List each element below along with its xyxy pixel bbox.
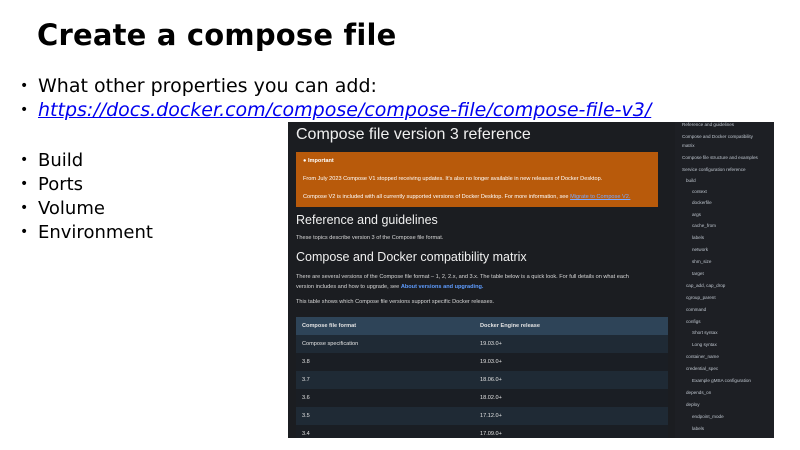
toc-item[interactable]: Compose and Docker compatibility [682, 134, 753, 139]
table-row: 3.5 17.12.0+ [296, 407, 668, 425]
slide-title: Create a compose file [37, 18, 397, 52]
docs-screenshot: Compose file version 3 reference ● Impor… [288, 122, 774, 438]
toc-item[interactable]: args [692, 212, 701, 217]
toc-item[interactable]: cgroup_parent [686, 295, 716, 300]
toc-item[interactable]: context [692, 189, 707, 194]
toc-item[interactable]: Short syntax [692, 330, 718, 335]
table-row: 3.8 19.03.0+ [296, 353, 668, 371]
versions-link[interactable]: About versions and upgrading. [401, 284, 484, 290]
info-icon: ● [303, 158, 307, 164]
intro-bullet-text: What other properties you can add: [38, 75, 377, 97]
bullet-dot: • [20, 152, 29, 168]
property-bullet: • Environment [20, 220, 153, 244]
toc-item[interactable]: shm_size [692, 259, 711, 264]
table-cell: 19.03.0+ [480, 341, 502, 347]
docs-main-content: Compose file version 3 reference ● Impor… [288, 122, 675, 438]
toc-item[interactable]: cap_add, cap_drop [686, 283, 725, 288]
compose-docs-link[interactable]: https://docs.docker.com/compose/compose-… [38, 99, 651, 121]
table-row: 3.7 18.06.0+ [296, 371, 668, 389]
table-row: 3.4 17.09.0+ [296, 425, 668, 438]
table-cell: 3.5 [302, 413, 310, 419]
toc-item[interactable]: build [686, 178, 696, 183]
toc-item[interactable]: command [686, 307, 706, 312]
table-header-cell: Compose file format [302, 323, 357, 329]
intro-bullet: • What other properties you can add: [20, 74, 651, 98]
important-callout: ● Important From July 2023 Compose V1 st… [296, 152, 658, 207]
toc-item[interactable]: labels [692, 235, 704, 240]
compat-text-1: There are several versions of the Compos… [296, 274, 629, 280]
important-line-2: Compose V2 is included with all currentl… [303, 194, 630, 200]
toc-item[interactable]: labels [692, 426, 704, 431]
compat-text-2-text: version includes and how to upgrade, see [296, 284, 400, 290]
table-cell: 3.4 [302, 431, 310, 437]
toc-item[interactable]: dockerfile [692, 200, 712, 205]
table-cell: 17.12.0+ [480, 413, 502, 419]
toc-item[interactable]: Compose file structure and examples [682, 155, 758, 160]
property-bullet-list: • Build • Ports • Volume • Environment [20, 148, 153, 244]
table-cell: 18.06.0+ [480, 377, 502, 383]
migrate-link[interactable]: Migrate to Compose V2. [570, 194, 630, 200]
table-cell: 3.8 [302, 359, 310, 365]
important-line-2-text: Compose V2 is included with all currentl… [303, 194, 569, 200]
toc-item[interactable]: Reference and guidelines [682, 122, 734, 127]
important-line-1: From July 2023 Compose V1 stopped receiv… [303, 176, 603, 182]
version-table: Compose file format Docker Engine releas… [296, 317, 668, 438]
toc-item[interactable]: configs [686, 319, 701, 324]
table-row: 3.6 18.02.0+ [296, 389, 668, 407]
docs-toc-sidebar: Reference and guidelines Compose and Doc… [680, 122, 774, 438]
important-title: Important [307, 158, 334, 164]
toc-item[interactable]: Service configuration reference [682, 167, 746, 172]
intro-bullet: • https://docs.docker.com/compose/compos… [20, 98, 651, 122]
toc-item[interactable]: depends_on [686, 390, 711, 395]
toc-item[interactable]: matrix [682, 143, 695, 148]
property-bullet: • Volume [20, 196, 153, 220]
table-header: Compose file format Docker Engine releas… [296, 317, 668, 335]
table-cell: 19.03.0+ [480, 359, 502, 365]
property-volume: Volume [38, 197, 105, 219]
table-header-cell: Docker Engine release [480, 323, 541, 329]
table-cell: 3.7 [302, 377, 310, 383]
important-title-row: ● Important [303, 158, 334, 164]
toc-item[interactable]: container_name [686, 354, 719, 359]
bullet-dot: • [20, 224, 29, 240]
toc-item[interactable]: network [692, 247, 708, 252]
bullet-dot: • [20, 176, 29, 192]
table-body: Compose specification 19.03.0+ 3.8 19.03… [296, 335, 668, 438]
property-environment: Environment [38, 221, 153, 243]
property-bullet: • Ports [20, 172, 153, 196]
table-cell: 17.09.0+ [480, 431, 502, 437]
property-build: Build [38, 149, 84, 171]
property-bullet: • Build [20, 148, 153, 172]
reference-text: These topics describe version 3 of the C… [296, 235, 444, 241]
toc-item[interactable]: deploy [686, 402, 700, 407]
toc-item[interactable]: Long syntax [692, 342, 717, 347]
table-cell: 3.6 [302, 395, 310, 401]
toc-item[interactable]: credential_spec [686, 366, 718, 371]
table-cell: Compose specification [302, 341, 359, 347]
reference-heading: Reference and guidelines [296, 213, 438, 227]
bullet-dot: • [20, 78, 29, 94]
table-cell: 18.02.0+ [480, 395, 502, 401]
bullet-dot: • [20, 102, 29, 118]
table-row: Compose specification 19.03.0+ [296, 335, 668, 353]
toc-item[interactable]: target [692, 271, 704, 276]
bullet-dot: • [20, 200, 29, 216]
compat-heading: Compose and Docker compatibility matrix [296, 250, 527, 264]
toc-item[interactable]: Example gMSA configuration [692, 378, 751, 383]
toc-item[interactable]: endpoint_mode [692, 414, 724, 419]
intro-bullet-list: • What other properties you can add: • h… [20, 74, 651, 122]
compat-text-2: version includes and how to upgrade, see… [296, 284, 483, 290]
property-ports: Ports [38, 173, 84, 195]
compat-text-3: This table shows which Compose file vers… [296, 299, 495, 305]
toc-item[interactable]: cache_from [692, 223, 716, 228]
docs-page-title: Compose file version 3 reference [296, 126, 531, 143]
